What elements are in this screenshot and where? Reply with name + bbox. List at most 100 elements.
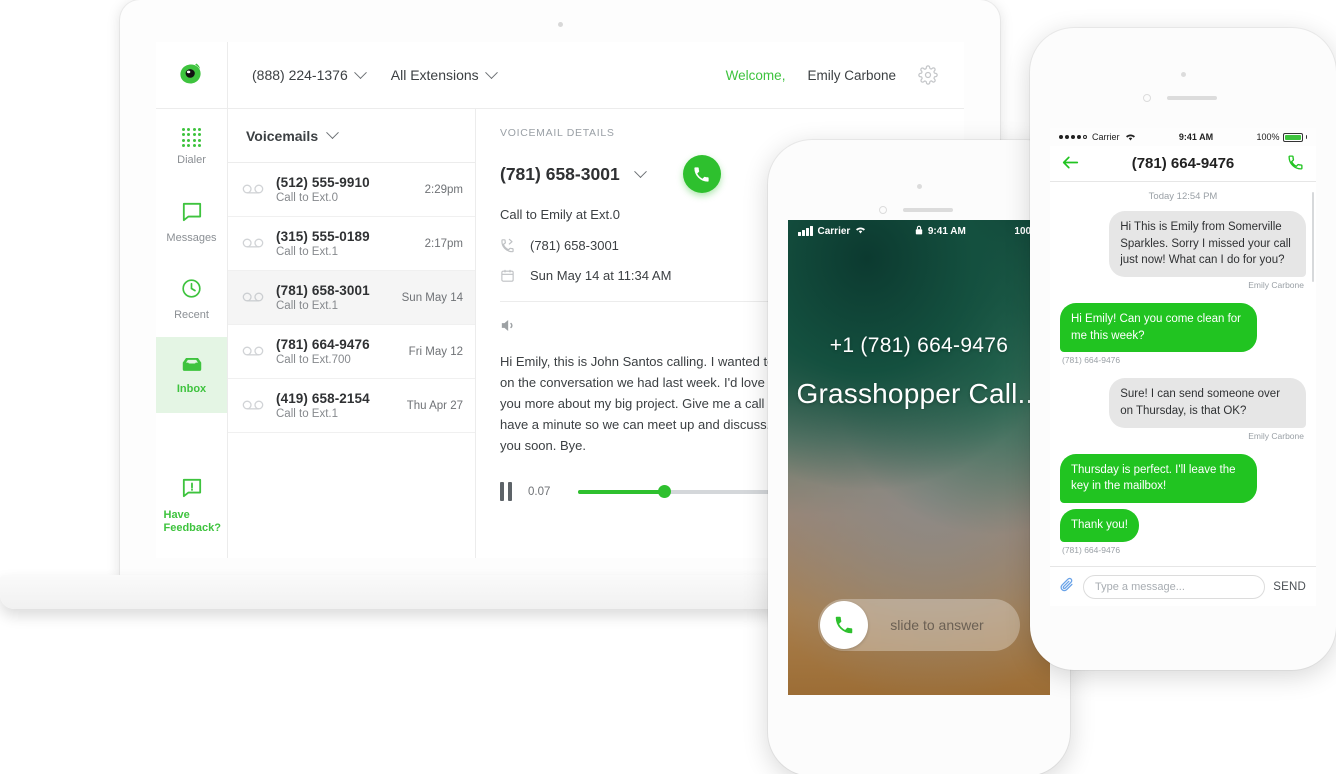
row-main: (419) 658-2154 Call to Ext.1 [276,391,395,420]
message-composer: Type a message... SEND [1050,566,1316,606]
lock-icon [915,225,923,238]
wifi-icon [855,225,866,237]
answer-call-knob[interactable] [820,601,868,649]
sidebar-item-inbox[interactable]: Inbox [156,337,227,413]
extensions-value: All Extensions [390,67,479,83]
chevron-down-icon[interactable] [633,164,647,178]
date-divider: Today 12:54 PM [1148,191,1218,202]
call-button[interactable] [682,155,721,193]
chevron-down-icon [326,126,339,140]
message-bubble-outgoing[interactable]: Thank you! [1060,509,1139,542]
incoming-caller-name: Grasshopper Call... [796,378,1042,409]
user-name[interactable]: Emily Carbone [807,68,896,83]
message-meta: Emily Carbone [1248,430,1304,441]
message-bubble-outgoing[interactable]: Thursday is perfect. I'll leave the key … [1060,453,1257,504]
row-sub: Call to Ext.1 [276,246,338,258]
voicemail-icon [242,398,264,413]
list-item: Sure! I can send someone over on Thursda… [1060,378,1306,449]
call-screen: Carrier 9:41 AM 100% +1 (781) 664-9476 G… [788,220,1050,695]
messages-nav-bar: (781) 664-9476 [1050,146,1316,182]
row-main: (781) 658-3001 Call to Ext.1 [276,283,390,312]
message-icon [181,202,203,225]
row-time: 2:29pm [424,183,463,196]
table-row-selected[interactable]: (781) 658-3001 Call to Ext.1 Sun May 14 [228,271,475,325]
wifi-icon [1125,132,1136,143]
messages-phone: Carrier 9:41 AM 100% (781) 664-9476 Toda… [1030,28,1336,670]
call-statusbar-time-group: 9:41 AM [866,225,1014,238]
table-row[interactable]: (315) 555-0189 Call to Ext.1 2:17pm [228,217,475,271]
thread-scrollbar[interactable] [1312,192,1314,282]
row-sub: Call to Ext.700 [276,354,351,366]
phone-icon[interactable] [1287,154,1304,174]
message-input-placeholder: Type a message... [1095,580,1185,593]
row-time: Sun May 14 [401,291,463,304]
carrier-label: Carrier [1092,132,1120,142]
sidebar-label-messages: Messages [166,232,217,244]
sidebar-label-dialer: Dialer [177,154,206,167]
phone-number-value: (888) 224-1376 [252,67,348,83]
call-statusbar-time: 9:41 AM [927,225,966,237]
detail-caller-number: (781) 658-3001 [530,237,619,253]
slide-to-answer-label: slide to answer [890,617,984,633]
conversation-title: (781) 664-9476 [1131,155,1235,172]
message-input[interactable]: Type a message... [1083,574,1266,599]
sidebar-item-dialer[interactable]: Dialer [156,109,227,185]
back-arrow-icon[interactable] [1062,155,1079,173]
row-sub: Call to Ext.0 [276,192,338,204]
have-feedback-button[interactable]: Have Feedback? [156,478,227,559]
proximity-sensor-icon [879,206,887,214]
call-status-bar: Carrier 9:41 AM 100% [788,220,1050,242]
inbox-icon [180,355,204,376]
phone-number-dropdown[interactable]: (888) 224-1376 [252,65,367,83]
app-header: (888) 224-1376 All Extensions Welcome, E… [156,42,964,109]
battery-percent: 100% [1256,132,1280,142]
message-meta: (781) 664-9476 [1062,544,1121,555]
sidebar-nav: Dialer Messages Recent Inbox Have Feedba… [156,109,228,558]
voicemail-list-column: Voicemails (512) 555-9910 Call to Ext.0 … [228,109,476,558]
voicemail-list-title: Voicemails [246,127,319,144]
voicemail-icon [242,344,264,359]
laptop-webcam-icon [557,22,563,27]
sidebar-item-recent[interactable]: Recent [156,261,227,337]
row-time: Fri May 12 [408,345,463,358]
header-right-controls: Welcome, Emily Carbone [726,65,964,85]
list-item: Thank you! (781) 664-9476 [1060,509,1306,564]
player-time: 0.07 [528,485,551,498]
sidebar-item-messages[interactable]: Messages [156,185,227,261]
screenshot-stage: (888) 224-1376 All Extensions Welcome, E… [0,0,1336,774]
messages-thread[interactable]: Today 12:54 PM Hi This is Emily from Som… [1050,182,1316,566]
row-number: (781) 664-9476 [276,337,370,352]
pause-button[interactable] [500,482,512,502]
message-bubble-incoming[interactable]: Hi This is Emily from Somerville Sparkle… [1109,211,1306,278]
row-main: (781) 664-9476 Call to Ext.700 [276,337,397,366]
detail-datetime: Sun May 14 at 11:34 AM [530,268,672,283]
message-bubble-outgoing[interactable]: Hi Emily! Can you come clean for me this… [1060,303,1257,353]
detail-section-label: VOICEMAIL DETAILS [500,127,615,139]
row-number: (512) 555-9910 [276,175,370,190]
message-bubble-incoming[interactable]: Sure! I can send someone over on Thursda… [1109,378,1306,428]
feedback-icon [181,478,203,501]
paperclip-icon[interactable] [1060,577,1075,596]
row-time: 2:17pm [424,237,463,250]
row-number: (781) 658-3001 [276,283,370,298]
table-row[interactable]: (419) 658-2154 Call to Ext.1 Thu Apr 27 [228,379,475,433]
slide-to-answer-control[interactable]: slide to answer [818,599,1020,651]
gear-icon[interactable] [918,65,938,85]
table-row[interactable]: (781) 664-9476 Call to Ext.700 Fri May 1… [228,325,475,379]
calendar-icon [500,268,517,283]
proximity-sensor-icon [1143,94,1151,102]
voicemail-icon [242,290,264,305]
send-button[interactable]: SEND [1273,581,1306,593]
messages-app: Carrier 9:41 AM 100% (781) 664-9476 Toda… [1050,128,1316,606]
front-camera-icon [1180,72,1186,77]
row-number: (419) 658-2154 [276,391,370,406]
message-meta: Emily Carbone [1248,280,1304,291]
battery-indicator: 100% [1256,132,1307,142]
player-progress-knob[interactable] [657,485,671,499]
sidebar-label-inbox: Inbox [176,383,207,395]
extensions-dropdown[interactable]: All Extensions [390,65,498,83]
carrier-label: Carrier [817,225,851,237]
header-left-controls: (888) 224-1376 All Extensions [228,65,498,83]
voicemail-list-header[interactable]: Voicemails [228,109,475,163]
table-row[interactable]: (512) 555-9910 Call to Ext.0 2:29pm [228,163,475,217]
